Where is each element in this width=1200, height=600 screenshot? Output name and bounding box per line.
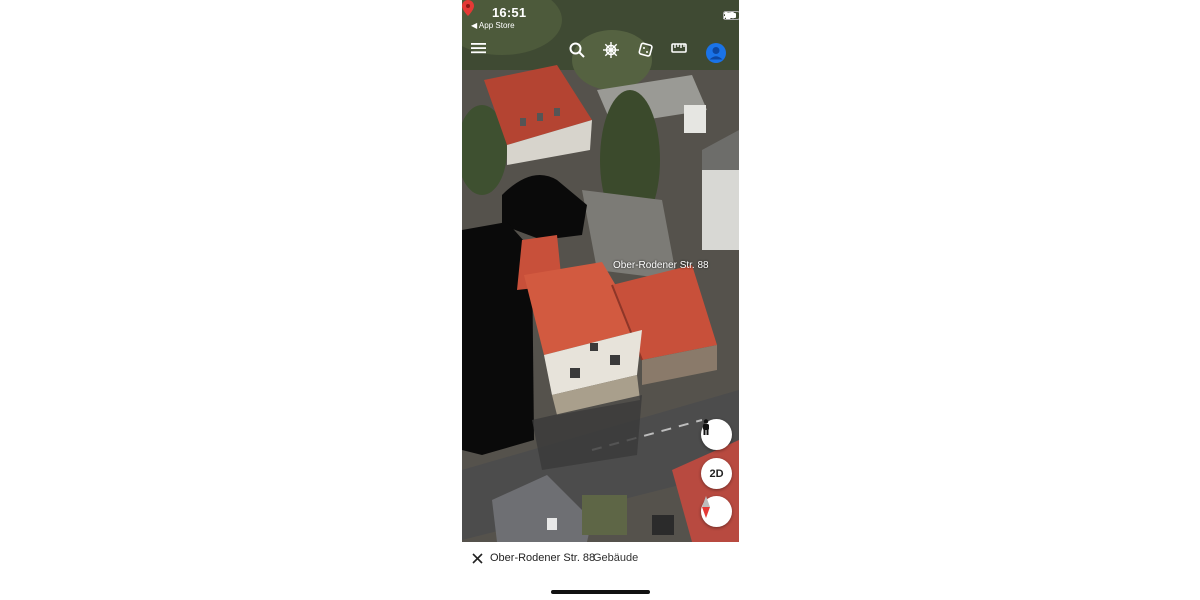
map-address-label: Ober-Rodener Str. 88 [613, 260, 709, 271]
view-mode-2d-button[interactable]: 2D [701, 458, 732, 489]
dice-icon [638, 42, 653, 57]
back-to-app-store-link[interactable]: ◀ App Store [471, 21, 515, 30]
feeling-lucky-button[interactable] [637, 42, 665, 70]
close-icon [471, 552, 483, 564]
search-button[interactable] [569, 42, 597, 70]
compass-button[interactable] [701, 496, 732, 527]
place-info-bar: Ober-Rodener Str. 88 Gebäude [462, 542, 739, 574]
home-indicator[interactable] [551, 590, 650, 594]
place-address[interactable]: Ober-Rodener Str. 88 [490, 552, 595, 564]
location-pin-icon[interactable] [462, 0, 474, 16]
phone-screen: 16:51 ◀ App Store Ober-Rodener Str. 88 2… [462, 0, 739, 600]
ship-wheel-icon [603, 42, 619, 58]
account-button[interactable] [705, 42, 733, 70]
ruler-icon [671, 43, 687, 53]
status-time: 16:51 [492, 5, 527, 20]
menu-button[interactable] [471, 42, 499, 70]
status-bar: 16:51 ◀ App Store [462, 0, 739, 36]
measure-button[interactable] [671, 42, 699, 70]
hamburger-icon [471, 43, 486, 54]
top-toolbar [462, 42, 739, 70]
voyager-button[interactable] [603, 42, 631, 70]
pegman-icon [703, 419, 709, 435]
search-icon [569, 42, 585, 58]
account-icon [706, 43, 726, 63]
street-view-button[interactable] [701, 419, 732, 450]
compass-icon [702, 496, 710, 518]
map-imagery [462, 0, 739, 542]
place-type: Gebäude [593, 552, 639, 564]
satellite-map[interactable]: 16:51 ◀ App Store Ober-Rodener Str. 88 2… [462, 0, 739, 542]
battery-icon [723, 11, 739, 20]
close-button[interactable] [468, 549, 486, 567]
